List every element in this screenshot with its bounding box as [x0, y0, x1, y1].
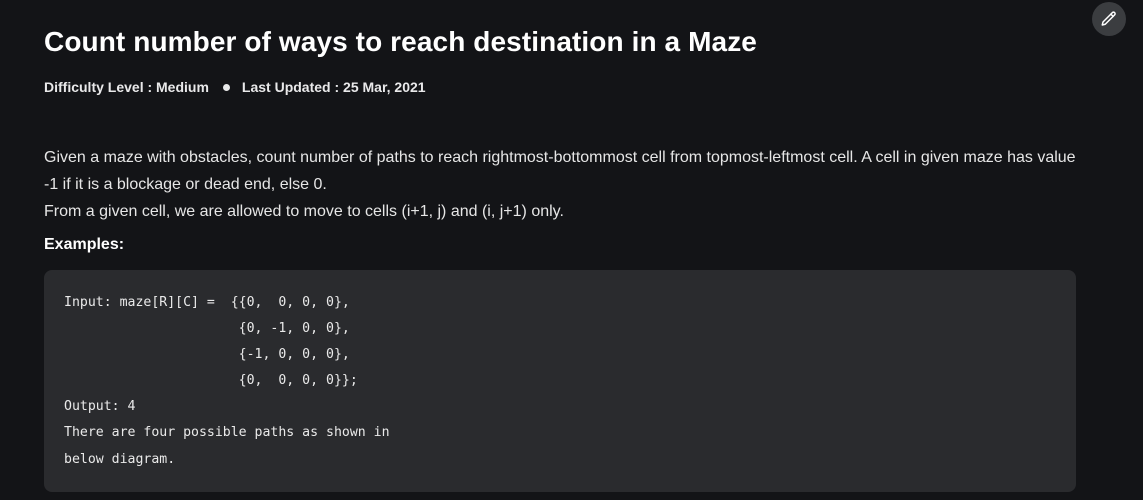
article-page: Count number of ways to reach destinatio…	[0, 0, 1143, 500]
pencil-icon	[1101, 11, 1116, 26]
code-example: Input: maze[R][C] = {{0, 0, 0, 0}, {0, -…	[64, 295, 390, 467]
article-description: Given a maze with obstacles, count numbe…	[44, 144, 1084, 225]
difficulty-level[interactable]: Difficulty Level : Medium	[44, 79, 209, 95]
description-paragraph: Given a maze with obstacles, count numbe…	[44, 149, 1076, 193]
examples-heading: Examples:	[44, 236, 125, 253]
separator-dot-icon	[222, 83, 230, 91]
description-paragraph-2: From a given cell, we are allowed to mov…	[44, 203, 564, 220]
page-title: Count number of ways to reach destinatio…	[44, 26, 757, 57]
code-block: Input: maze[R][C] = {{0, 0, 0, 0}, {0, -…	[44, 270, 1076, 492]
last-updated: Last Updated : 25 Mar, 2021	[241, 79, 426, 95]
article-meta: Difficulty Level : Medium Last Updated :…	[44, 79, 426, 95]
edit-button[interactable]	[1092, 2, 1126, 36]
